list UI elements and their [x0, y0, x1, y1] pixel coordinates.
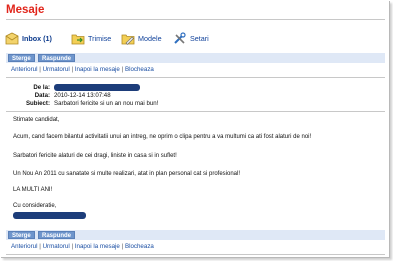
body-line: Sarbatori fericite alaturi de cei dragi,…: [13, 153, 177, 159]
body-line: Un Nou An 2011 cu sanatate si multe real…: [13, 171, 241, 177]
previous-link[interactable]: Anteriorul: [11, 243, 37, 250]
date-value: 2010-12-14 13:07:48: [54, 92, 111, 99]
delete-button[interactable]: Sterge: [8, 231, 35, 239]
message-nav-links: Anteriorul | Urmatorul | Inapoi la mesaj…: [11, 243, 154, 250]
back-to-messages-link[interactable]: Inapoi la mesaje: [75, 66, 120, 73]
title-divider: [6, 19, 385, 20]
nav-sent[interactable]: Trimise: [71, 29, 111, 47]
date-label: Data:: [34, 92, 50, 99]
block-link[interactable]: Blocheaza: [125, 243, 154, 250]
nav-inbox-label: Inbox (1): [22, 33, 52, 43]
nav-templates[interactable]: Modele: [121, 29, 162, 47]
nav-templates-label: Modele: [138, 33, 162, 43]
nav-settings-label: Setari: [190, 33, 209, 43]
top-toolbar: Sterge Raspunde: [6, 53, 385, 63]
divider: [6, 254, 385, 255]
redacted-sender: [54, 84, 140, 91]
settings-tools-icon: [173, 31, 187, 45]
from-label: De la:: [33, 84, 50, 91]
next-link[interactable]: Urmatorul: [43, 66, 70, 73]
back-to-messages-link[interactable]: Inapoi la mesaje: [75, 243, 120, 250]
link-separator: |: [39, 243, 41, 250]
subject-value: Sarbatori fericite si un an nou mai bun!: [54, 100, 159, 107]
nav-settings[interactable]: Setari: [173, 29, 209, 47]
next-link[interactable]: Urmatorul: [43, 243, 70, 250]
message-window: Mesaje Inbox (1) Trimise Modele Setari S…: [1, 1, 390, 258]
page-title: Mesaje: [6, 4, 45, 16]
redacted-signature: [13, 212, 86, 219]
templates-icon: [121, 32, 135, 45]
link-separator: |: [39, 66, 41, 73]
nav-inbox[interactable]: Inbox (1): [5, 29, 52, 47]
bottom-toolbar: Sterge Raspunde: [6, 230, 385, 240]
reply-button[interactable]: Raspunde: [38, 231, 76, 239]
body-line: Stimate candidat,: [13, 117, 60, 123]
delete-button[interactable]: Sterge: [8, 54, 35, 62]
link-separator: |: [71, 66, 74, 73]
inbox-icon: [5, 32, 19, 45]
link-separator: |: [121, 66, 124, 73]
sent-folder-icon: [71, 32, 85, 45]
body-line: Cu consideratie,: [13, 203, 57, 209]
nav-sent-label: Trimise: [88, 33, 112, 43]
link-separator: |: [71, 243, 74, 250]
message-nav-links: Anteriorul | Urmatorul | Inapoi la mesaj…: [11, 66, 154, 73]
link-separator: |: [121, 243, 124, 250]
body-line: Acum, cand facem bilantul activitatii un…: [13, 134, 312, 140]
block-link[interactable]: Blocheaza: [125, 66, 154, 73]
body-line: LA MULTI ANI!: [13, 187, 53, 193]
subject-label: Subiect:: [25, 100, 50, 107]
divider: [6, 111, 385, 112]
previous-link[interactable]: Anteriorul: [11, 66, 37, 73]
reply-button[interactable]: Raspunde: [38, 54, 76, 62]
divider: [6, 77, 385, 78]
